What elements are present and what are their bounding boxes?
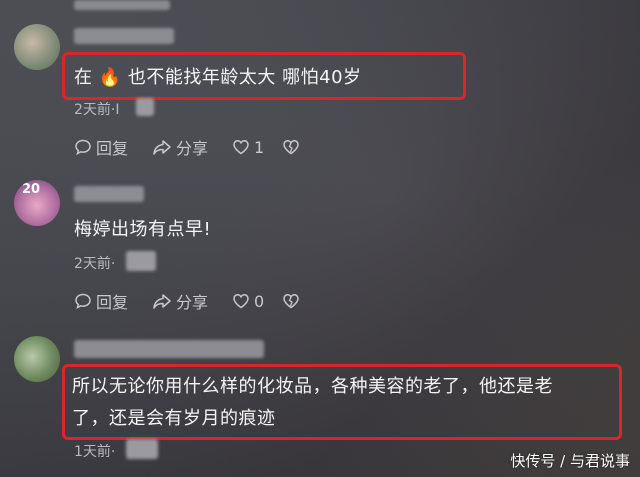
reply-icon (75, 139, 91, 155)
reply-label: 回复 (96, 139, 129, 158)
avatar[interactable]: 20 (14, 180, 60, 226)
comment-text-post: 也不能找年龄太大 哪怕40岁 (127, 67, 362, 88)
comment-text: 在 🔥 也不能找年龄太大 哪怕40岁 (74, 63, 362, 93)
share-label: 分享 (176, 293, 209, 312)
username-blur (74, 28, 174, 44)
share-label: 分享 (176, 139, 209, 158)
heart-icon (233, 294, 249, 309)
comment-text-pre: 在 (74, 67, 93, 88)
dislike-heart-icon (283, 294, 299, 309)
avatar[interactable] (14, 24, 60, 70)
share-button[interactable]: 分享 (152, 289, 208, 313)
comment-time: 1天前· (74, 444, 116, 460)
username-blur (74, 340, 264, 358)
dislike-button[interactable] (282, 138, 304, 156)
reply-label: 回复 (96, 293, 129, 312)
comment-text: 梅婷出场有点早! (74, 219, 212, 240)
comment-text-line-2: 了，还是会有岁月的痕迹 (72, 408, 276, 429)
comment-time: 2天前·I (74, 102, 120, 118)
location-blur (136, 98, 154, 116)
heart-icon (233, 140, 249, 155)
share-icon (153, 294, 171, 309)
location-blur (126, 439, 158, 459)
avatar-text: 20 (22, 182, 41, 197)
comment-text-line-1: 所以无论你用什么样的化妆品，各种美容的老了，他还是老 (72, 376, 553, 397)
like-button[interactable]: 0 (232, 292, 264, 311)
username-blur (74, 186, 144, 202)
comment-actions: 回复 分享 1 (74, 135, 328, 159)
watermark: 快传号 / 与君说事 (510, 452, 630, 470)
reply-icon (75, 293, 91, 309)
fire-emoji: 🔥 (98, 67, 122, 88)
username-blur-top (74, 0, 170, 10)
like-count: 0 (254, 291, 265, 311)
location-blur (126, 251, 156, 271)
dislike-heart-icon (283, 140, 299, 155)
share-icon (153, 140, 171, 155)
avatar[interactable] (14, 336, 60, 382)
reply-button[interactable]: 回复 (74, 289, 128, 313)
like-button[interactable]: 1 (232, 138, 264, 157)
comment-actions: 回复 分享 0 (74, 289, 328, 313)
comment-time: 2天前· (74, 256, 116, 272)
reply-button[interactable]: 回复 (74, 135, 128, 159)
share-button[interactable]: 分享 (152, 135, 208, 159)
like-count: 1 (254, 137, 265, 157)
dislike-button[interactable] (282, 292, 304, 310)
